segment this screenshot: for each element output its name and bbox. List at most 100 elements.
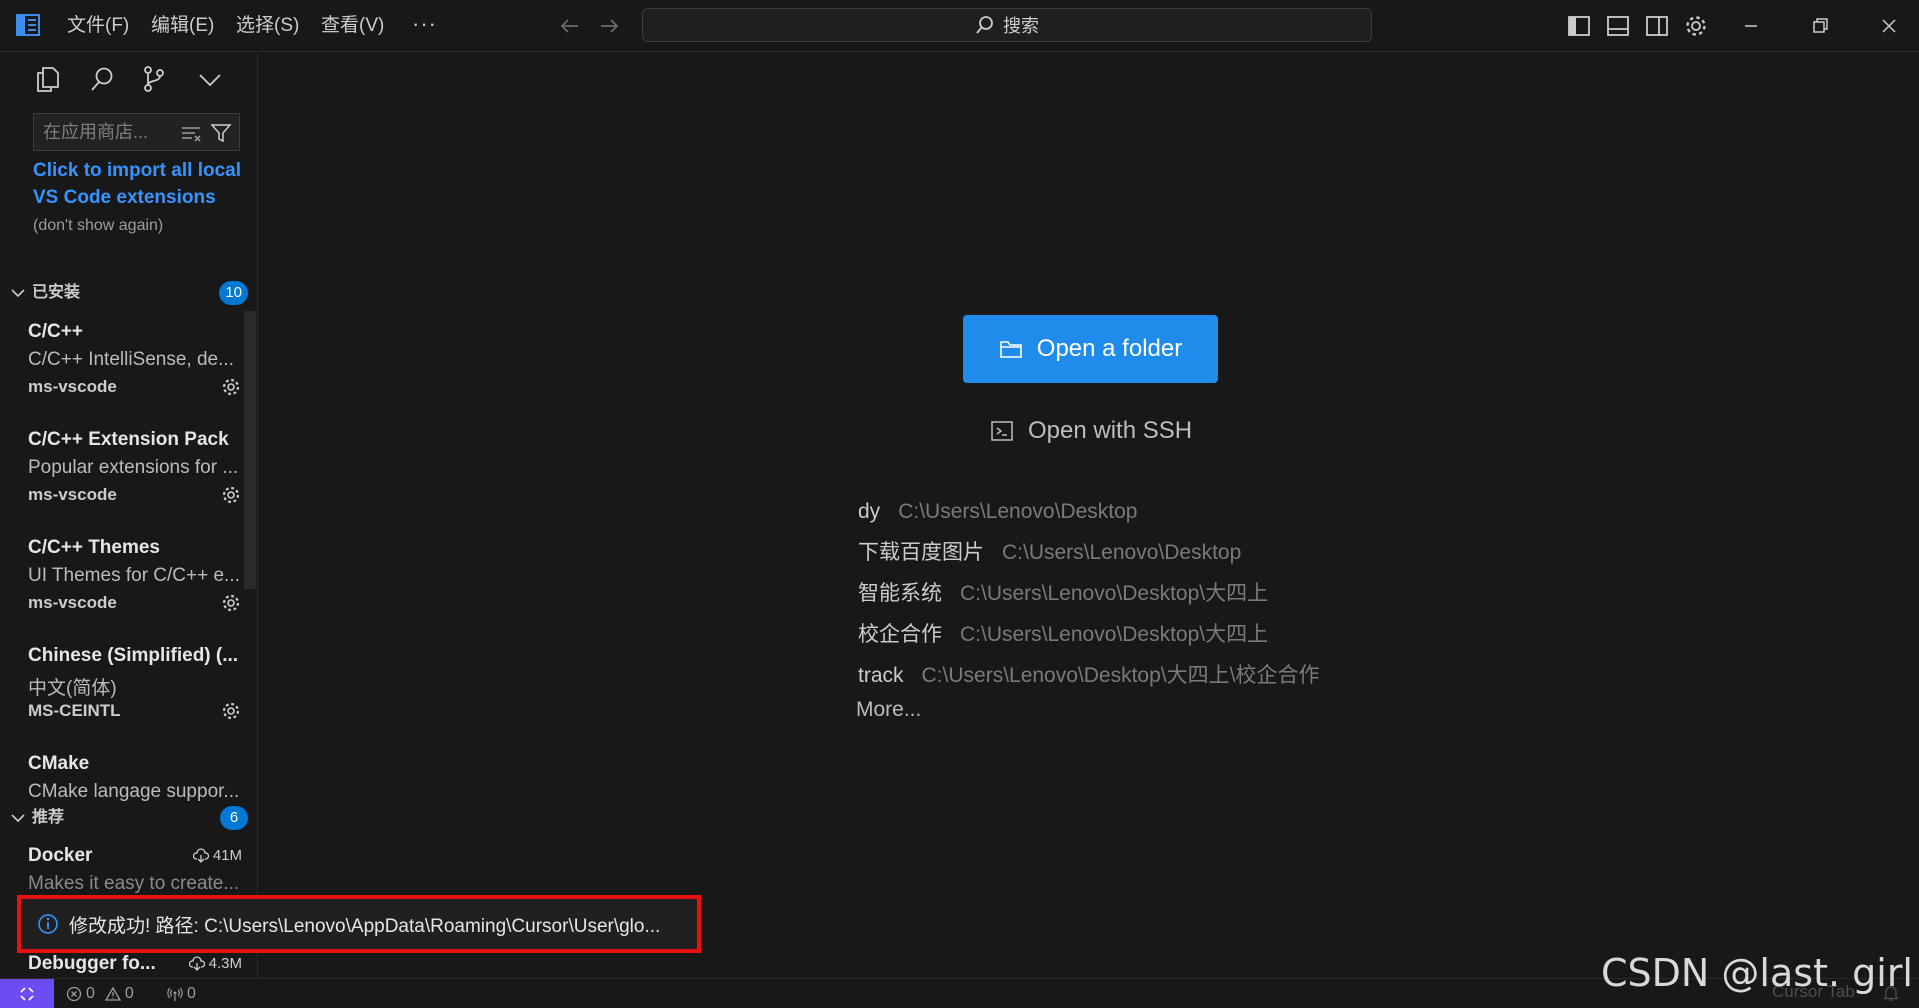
open-ssh-label: Open with SSH xyxy=(1028,417,1193,444)
installed-section-header[interactable]: 已安装 10 xyxy=(8,278,248,308)
chevron-down-icon[interactable] xyxy=(194,63,226,95)
extension-item[interactable]: Docker 41M Makes it easy to create... xyxy=(28,845,242,895)
extension-item[interactable]: C/C++ C/C++ IntelliSense, de... ms-vscod… xyxy=(28,321,242,425)
watermark-text: CSDN @last. girl xyxy=(1601,951,1913,995)
extension-item[interactable]: CMake CMake langage suppor... xyxy=(28,753,242,803)
chevron-down-icon xyxy=(11,814,25,823)
clear-filter-icon[interactable] xyxy=(180,122,202,144)
extension-publisher: MS-CEINTL xyxy=(28,701,121,720)
recent-project-item[interactable]: 下载百度图片 C:\Users\Lenovo\Desktop xyxy=(858,537,1241,569)
recent-project-name: 校企合作 xyxy=(858,623,942,646)
back-arrow-icon[interactable] xyxy=(556,12,584,40)
recent-project-path: C:\Users\Lenovo\Desktop xyxy=(1002,541,1242,564)
warning-count: 0 xyxy=(124,984,134,1002)
forward-arrow-icon[interactable] xyxy=(595,12,623,40)
extension-item[interactable]: Chinese (Simplified) (... 中文(简体) MS-CEIN… xyxy=(28,645,242,749)
command-search-box[interactable]: 搜索 xyxy=(642,8,1372,42)
extension-publisher: ms-vscode xyxy=(28,593,117,612)
menu-selection[interactable]: 选择(S) xyxy=(236,0,299,52)
extension-description: Popular extensions for ... xyxy=(28,457,239,478)
terminal-icon xyxy=(991,421,1013,441)
sidebar-scrollbar[interactable] xyxy=(244,311,256,589)
recommended-section-header[interactable]: 推荐 6 xyxy=(8,803,248,833)
extension-name: CMake xyxy=(28,753,90,774)
notification-message: 修改成功! 路径: C:\Users\Lenovo\AppData\Roamin… xyxy=(69,915,661,937)
search-icon xyxy=(976,16,993,34)
extension-publisher: ms-vscode xyxy=(28,485,117,504)
installed-section-label: 已安装 xyxy=(32,284,81,301)
extension-name: C/C++ xyxy=(28,321,83,342)
menu-more-button[interactable]: ··· xyxy=(412,0,437,52)
extension-description: Makes it easy to create... xyxy=(28,873,240,894)
cloud-download-icon xyxy=(192,847,209,863)
notification-toast[interactable]: 修改成功! 路径: C:\Users\Lenovo\AppData\Roamin… xyxy=(17,895,701,953)
folder-icon xyxy=(999,341,1022,358)
toggle-primary-sidebar-icon[interactable] xyxy=(1565,12,1593,40)
extension-name: Debugger fo... xyxy=(28,953,156,974)
ports-indicator[interactable]: 0 xyxy=(167,979,196,1008)
close-window-icon[interactable] xyxy=(1875,12,1903,40)
recent-project-path: C:\Users\Lenovo\Desktop\大四上 xyxy=(960,582,1269,605)
broadcast-icon xyxy=(167,987,183,1001)
toggle-secondary-sidebar-icon[interactable] xyxy=(1643,12,1671,40)
download-count: 41M xyxy=(212,847,242,864)
restore-icon[interactable] xyxy=(1806,12,1834,40)
minimize-icon[interactable] xyxy=(1737,12,1765,40)
cloud-download-icon xyxy=(188,955,205,971)
recent-project-item[interactable]: 校企合作 C:\Users\Lenovo\Desktop\大四上 xyxy=(858,619,1268,651)
search-view-icon[interactable] xyxy=(86,63,118,95)
extension-publisher: ms-vscode xyxy=(28,377,117,396)
download-count: 4.3M xyxy=(208,955,242,972)
error-count: 0 xyxy=(86,984,95,1002)
recent-project-name: dy xyxy=(858,500,881,523)
recent-project-name: track xyxy=(858,664,904,687)
extension-item[interactable]: C/C++ Extension Pack Popular extensions … xyxy=(28,429,242,533)
manage-gear-icon[interactable] xyxy=(220,376,242,398)
menu-edit[interactable]: 编辑(E) xyxy=(151,0,214,52)
recent-project-path: C:\Users\Lenovo\Desktop xyxy=(898,500,1138,523)
app-logo-icon xyxy=(16,14,40,36)
extension-search-input[interactable]: 在应用商店... xyxy=(33,113,240,151)
recent-project-name: 智能系统 xyxy=(858,582,942,605)
dont-show-again-link[interactable]: (don't show again) xyxy=(33,217,163,234)
extensions-sidebar: 在应用商店... Click to import all local VS Co… xyxy=(0,53,258,978)
extension-item[interactable]: Debugger fo... 4.3M xyxy=(28,953,242,978)
recommended-section-label: 推荐 xyxy=(32,809,65,826)
open-folder-button[interactable]: Open a folder xyxy=(963,315,1218,383)
menu-view[interactable]: 查看(V) xyxy=(321,0,384,52)
remote-icon xyxy=(20,986,34,1001)
extension-item[interactable]: C/C++ Themes UI Themes for C/C++ e... ms… xyxy=(28,537,242,641)
extension-downloads: 4.3M xyxy=(188,955,242,972)
import-extensions-link[interactable]: Click to import all local VS Code extens… xyxy=(33,160,241,208)
settings-gear-icon[interactable] xyxy=(1682,12,1710,40)
recent-project-path: C:\Users\Lenovo\Desktop\大四上\校企合作 xyxy=(921,664,1320,687)
manage-gear-icon[interactable] xyxy=(220,700,242,722)
recent-project-path: C:\Users\Lenovo\Desktop\大四上 xyxy=(960,623,1269,646)
extension-description: 中文(简体) xyxy=(28,678,117,699)
manage-gear-icon[interactable] xyxy=(220,484,242,506)
menu-file[interactable]: 文件(F) xyxy=(67,0,129,52)
extension-name: Chinese (Simplified) (... xyxy=(28,645,239,666)
extension-name: C/C++ Extension Pack xyxy=(28,429,229,450)
recent-project-item[interactable]: track C:\Users\Lenovo\Desktop\大四上\校企合作 xyxy=(858,660,1319,692)
warning-icon xyxy=(104,986,121,1001)
open-folder-label: Open a folder xyxy=(1036,335,1183,362)
recent-project-item[interactable]: 智能系统 C:\Users\Lenovo\Desktop\大四上 xyxy=(858,578,1268,610)
more-recent-link[interactable]: More... xyxy=(856,698,921,722)
recent-project-name: 下载百度图片 xyxy=(858,541,984,564)
source-control-icon[interactable] xyxy=(138,63,170,95)
info-icon xyxy=(38,914,58,934)
problems-indicator[interactable]: 0 0 xyxy=(66,979,134,1008)
search-label: 搜索 xyxy=(1003,16,1039,36)
recommended-count-badge: 6 xyxy=(220,806,248,830)
toggle-panel-icon[interactable] xyxy=(1604,12,1632,40)
open-ssh-button[interactable]: Open with SSH xyxy=(990,414,1192,448)
recent-project-item[interactable]: dy C:\Users\Lenovo\Desktop xyxy=(858,496,1137,528)
chevron-down-icon xyxy=(11,289,25,298)
title-bar: 文件(F) 编辑(E) 选择(S) 查看(V) ··· 搜索 xyxy=(0,0,1919,52)
filter-icon[interactable] xyxy=(210,122,232,144)
extension-description: CMake langage suppor... xyxy=(28,781,240,802)
manage-gear-icon[interactable] xyxy=(220,592,242,614)
remote-indicator-button[interactable] xyxy=(0,979,54,1008)
explorer-icon[interactable] xyxy=(32,63,64,95)
